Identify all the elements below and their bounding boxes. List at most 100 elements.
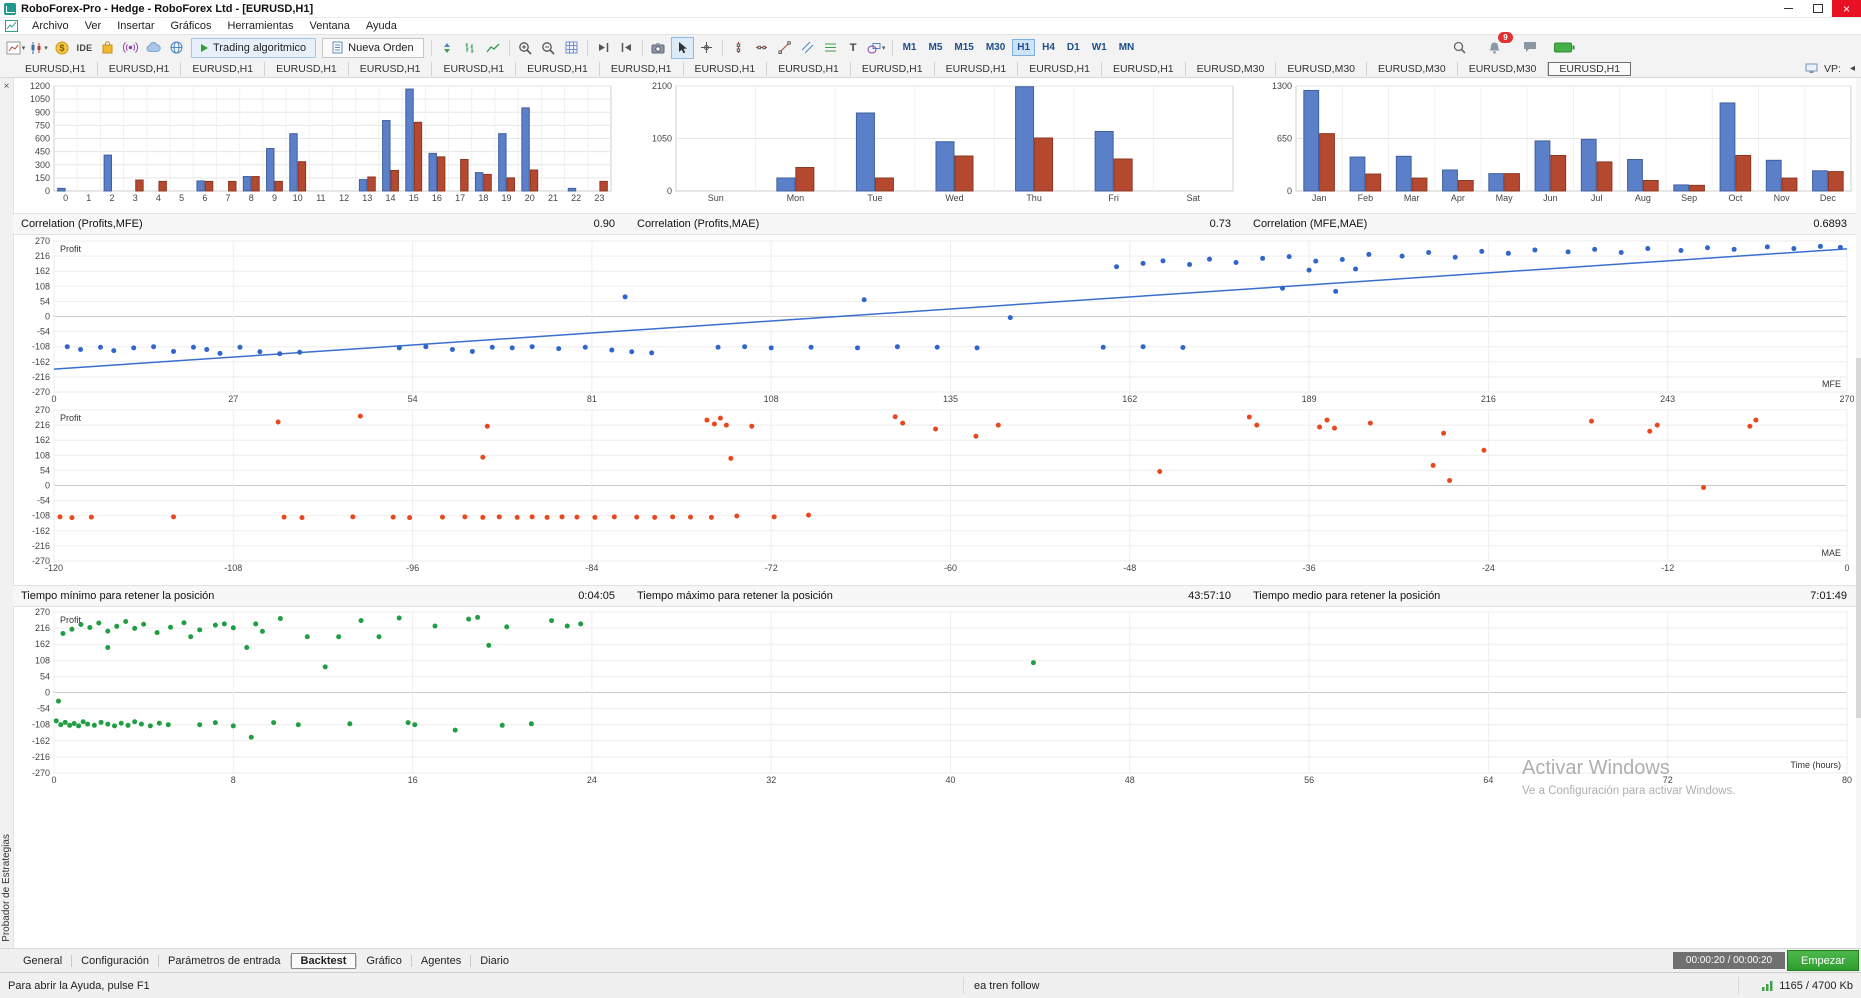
chart-tab[interactable]: EURUSD,M30 [1458, 61, 1549, 76]
correlation-cell: Correlation (Profits,MFE) 0.90 [13, 218, 629, 230]
horizontal-line-button[interactable] [751, 38, 772, 58]
line-chart-mode-button[interactable] [483, 38, 504, 58]
chart-shift-button[interactable] [616, 38, 637, 58]
stat-value: 0.73 [1209, 218, 1231, 230]
chart-tab[interactable]: EURUSD,H1 [98, 61, 182, 76]
algo-trading-button[interactable]: Trading algoritmico [191, 37, 317, 58]
menu-ver[interactable]: Ver [77, 20, 110, 32]
chart-tab[interactable]: EURUSD,H1 [516, 61, 600, 76]
svg-text:-12: -12 [1661, 563, 1674, 573]
crosshair-button[interactable] [696, 38, 717, 58]
tab-parametros[interactable]: Parámetros de entrada [159, 953, 290, 969]
tab-configuracion[interactable]: Configuración [72, 953, 158, 969]
svg-text:10: 10 [293, 193, 303, 203]
chart-type-button[interactable]: ▾ [28, 38, 49, 58]
grid-button[interactable] [561, 38, 582, 58]
text-tool-icon: T [849, 41, 857, 54]
menu-ayuda[interactable]: Ayuda [358, 20, 405, 32]
svg-text:-96: -96 [406, 563, 419, 573]
chart-tab[interactable]: EURUSD,H1 [684, 61, 768, 76]
screenshot-button[interactable] [648, 38, 669, 58]
connection-status-button[interactable] [1554, 37, 1575, 57]
zoom-in-button[interactable] [515, 38, 536, 58]
bar-chart-mode-button[interactable] [460, 38, 481, 58]
dollar-coin-icon: $ [55, 41, 68, 54]
chart-tab[interactable]: EURUSD,H1 [265, 61, 349, 76]
svg-text:270: 270 [1839, 394, 1854, 404]
chart-tab[interactable]: EURUSD,H1 [851, 61, 935, 76]
chart-tab[interactable]: EURUSD,H1 [349, 61, 433, 76]
quotes-button[interactable]: $ [51, 38, 72, 58]
text-tool-button[interactable]: T [843, 38, 864, 58]
maximize-button[interactable] [1803, 0, 1832, 17]
vertical-scrollbar[interactable] [1856, 78, 1861, 948]
timeframe-mn[interactable]: MN [1114, 39, 1140, 56]
tab-diario[interactable]: Diario [471, 953, 518, 969]
vps-button[interactable] [143, 38, 164, 58]
timeframe-m15[interactable]: M15 [949, 39, 978, 56]
stat-value: 7:01:49 [1810, 590, 1847, 602]
chart-tab[interactable]: EURUSD,H1 [181, 61, 266, 76]
chart-tab[interactable]: EURUSD,M30 [1276, 61, 1367, 76]
search-button[interactable] [1449, 37, 1470, 57]
menu-graficos[interactable]: Gráficos [163, 20, 220, 32]
timeframe-w1[interactable]: W1 [1087, 39, 1112, 56]
auto-scroll-button[interactable] [593, 38, 614, 58]
svg-text:Jun: Jun [1543, 193, 1558, 203]
tab-general[interactable]: General [14, 953, 71, 969]
shapes-button[interactable]: ▾ [866, 38, 887, 58]
scrollbar-thumb[interactable] [1856, 358, 1861, 718]
vertical-line-button[interactable] [728, 38, 749, 58]
chat-button[interactable] [1519, 37, 1540, 57]
start-button[interactable]: Empezar [1787, 950, 1859, 971]
new-chart-button[interactable]: ▾ [5, 38, 26, 58]
chart-tab[interactable]: EURUSD,H1 [1102, 61, 1186, 76]
chart-tab[interactable]: EURUSD,H1 [767, 61, 851, 76]
svg-text:-54: -54 [37, 327, 50, 337]
fibonacci-button[interactable] [820, 38, 841, 58]
market-button[interactable] [97, 38, 118, 58]
timeframe-m30[interactable]: M30 [981, 39, 1010, 56]
close-button[interactable]: × [1832, 0, 1861, 17]
timeframe-h1[interactable]: H1 [1012, 39, 1036, 56]
chart-tab[interactable]: EURUSD,H1 [1548, 61, 1632, 76]
minimize-button[interactable] [1774, 0, 1803, 17]
tabs-scroll-left-icon[interactable]: ◂ [1847, 63, 1858, 74]
close-tester-icon[interactable]: × [0, 81, 13, 92]
notifications-button[interactable]: 9 [1484, 32, 1513, 57]
chart-tab[interactable]: EURUSD,M30 [1186, 61, 1277, 76]
menu-insertar[interactable]: Insertar [109, 20, 162, 32]
menu-herramientas[interactable]: Herramientas [219, 20, 301, 32]
timeframe-d1[interactable]: D1 [1062, 39, 1085, 56]
zoom-out-button[interactable] [538, 38, 559, 58]
chart-tab[interactable]: EURUSD,H1 [1018, 61, 1102, 76]
svg-text:Mar: Mar [1404, 193, 1420, 203]
stat-value: 43:57:10 [1188, 590, 1231, 602]
chart-tab[interactable]: EURUSD,H1 [935, 61, 1019, 76]
tab-agentes[interactable]: Agentes [412, 953, 470, 969]
chart-tab[interactable]: EURUSD,H1 [600, 61, 684, 76]
cursor-button[interactable] [670, 36, 694, 59]
new-order-button[interactable]: Nueva Orden [322, 37, 424, 58]
timeframe-h4[interactable]: H4 [1037, 39, 1060, 56]
metaeditor-button[interactable]: IDE [74, 38, 95, 58]
channel-button[interactable] [797, 38, 818, 58]
toolbar-separator [586, 39, 588, 56]
signals-button[interactable] [120, 38, 141, 58]
svg-text:54: 54 [408, 394, 418, 404]
menu-archivo[interactable]: Archivo [24, 20, 77, 32]
community-button[interactable] [166, 38, 187, 58]
timeframe-m1[interactable]: M1 [898, 39, 922, 56]
tile-windows-button[interactable] [437, 38, 458, 58]
chart-tab[interactable]: EURUSD,M30 [1367, 61, 1458, 76]
timeframe-m5[interactable]: M5 [923, 39, 947, 56]
menu-bar: Archivo Ver Insertar Gráficos Herramient… [0, 18, 1861, 34]
menu-ventana[interactable]: Ventana [302, 20, 358, 32]
line-chart-icon [486, 43, 500, 52]
chart-tab[interactable]: EURUSD,H1 [14, 61, 98, 76]
chart-tab[interactable]: EURUSD,H1 [432, 61, 517, 76]
tab-backtest[interactable]: Backtest [290, 952, 357, 969]
tab-grafico[interactable]: Gráfico [357, 953, 410, 969]
trendline-button[interactable] [774, 38, 795, 58]
zoom-out-icon [542, 41, 555, 55]
